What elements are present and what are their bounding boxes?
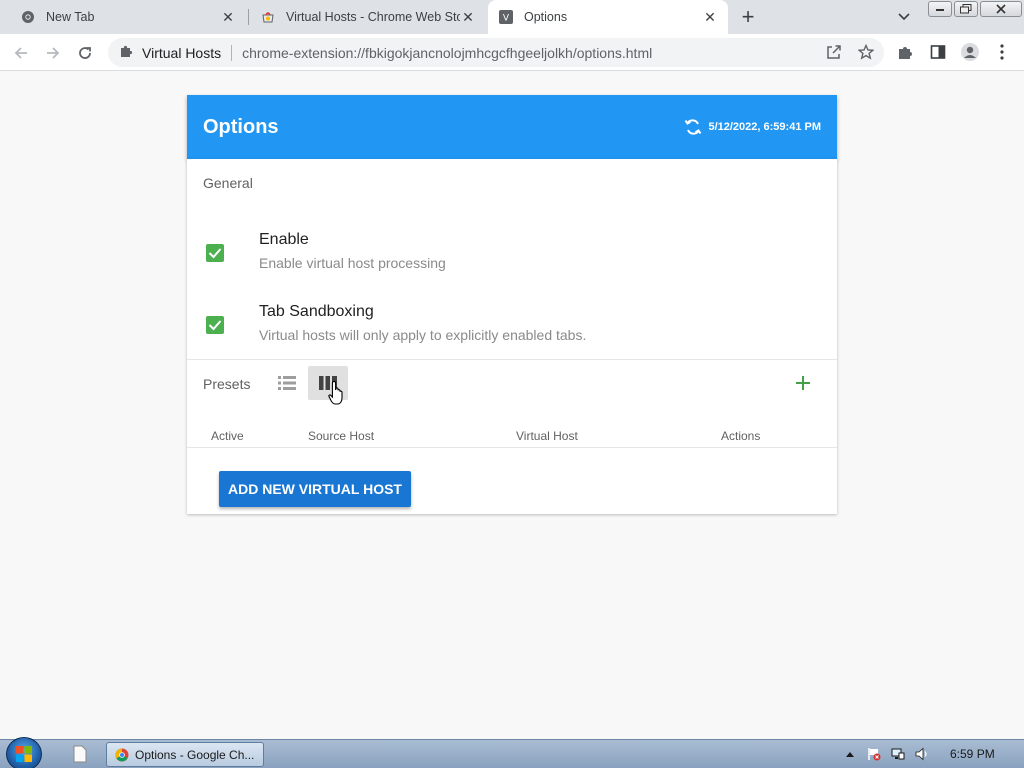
close-tab-icon[interactable]: ✕	[702, 9, 718, 25]
omnibox-divider	[231, 44, 233, 61]
address-bar[interactable]: Virtual Hosts chrome-extension://fbkigok…	[108, 38, 884, 67]
close-tab-icon[interactable]: ✕	[220, 9, 236, 25]
tab-title: New Tab	[46, 10, 95, 24]
url-text: chrome-extension://fbkigokjancnolojmhcgc…	[242, 44, 653, 61]
chrome-icon	[20, 9, 36, 25]
tab-options[interactable]: V Options ✕	[488, 0, 728, 34]
column-header-virtual-host: Virtual Host	[516, 429, 578, 443]
presets-section-label: Presets	[203, 376, 251, 392]
sync-status[interactable]: 5/12/2022, 6:59:41 PM	[684, 118, 821, 136]
show-hidden-icons-icon[interactable]	[842, 746, 858, 762]
action-center-flag-icon[interactable]	[866, 746, 882, 762]
web-store-icon	[260, 9, 276, 25]
tab-title: Virtual Hosts - Chrome Web Stor	[286, 10, 460, 24]
option-enable[interactable]: Enable Enable virtual host processing	[187, 231, 837, 279]
general-section-label: General	[203, 175, 253, 191]
tab-sandboxing-checkbox[interactable]	[206, 316, 224, 334]
page-content: Options 5/12/2022, 6:59:41 PM General En…	[0, 71, 1024, 739]
sync-icon	[685, 119, 702, 135]
options-card: General Enable Enable virtual host proce…	[187, 159, 837, 514]
option-title: Enable	[259, 231, 309, 248]
tab-strip: New Tab ✕ Virtual Hosts - Chrome Web Sto…	[0, 0, 1024, 34]
restore-icon[interactable]	[954, 1, 978, 17]
new-tab-icon[interactable]: +	[736, 4, 760, 29]
hand-cursor-icon	[328, 380, 343, 405]
sync-time: 5/12/2022, 6:59:41 PM	[708, 121, 821, 133]
volume-icon[interactable]	[914, 746, 930, 762]
tab-title: Options	[524, 10, 568, 24]
option-subtitle: Enable virtual host processing	[259, 255, 446, 271]
windows-logo-icon	[16, 746, 32, 762]
enable-checkbox[interactable]	[206, 244, 224, 262]
browser-toolbar: Virtual Hosts chrome-extension://fbkigok…	[0, 34, 1024, 71]
close-tab-icon[interactable]: ✕	[460, 9, 476, 25]
column-header-active: Active	[211, 429, 244, 443]
tab-web-store[interactable]: Virtual Hosts - Chrome Web Stor ✕	[250, 0, 486, 34]
column-header-actions: Actions	[721, 429, 761, 443]
chevron-down-icon[interactable]	[894, 7, 914, 27]
windows-taskbar: Options - Google Ch... 6:59 PM	[0, 737, 1024, 768]
column-header-source-host: Source Host	[308, 429, 375, 443]
puzzle-icon	[120, 44, 134, 61]
show-desktop-icon[interactable]	[72, 745, 90, 763]
list-view-icon[interactable]	[267, 366, 307, 400]
system-clock[interactable]: 6:59 PM	[950, 747, 995, 761]
side-panel-icon[interactable]	[926, 40, 950, 64]
profile-icon[interactable]	[958, 40, 982, 64]
svg-text:V: V	[503, 14, 510, 24]
section-divider	[187, 359, 837, 360]
extension-v-icon: V	[498, 9, 514, 25]
add-new-virtual-host-button[interactable]: ADD NEW VIRTUAL HOST	[219, 471, 411, 507]
tab-separator	[248, 9, 249, 25]
taskbar-window-title: Options - Google Ch...	[135, 747, 255, 762]
minimize-icon[interactable]	[928, 1, 952, 17]
option-tab-sandboxing[interactable]: Tab Sandboxing Virtual hosts will only a…	[187, 303, 837, 351]
share-icon[interactable]	[822, 40, 846, 64]
table-divider	[187, 447, 837, 448]
extensions-icon[interactable]	[894, 40, 918, 64]
star-icon[interactable]	[854, 40, 878, 64]
back-icon[interactable]	[8, 40, 34, 66]
page-title: Options	[203, 115, 279, 138]
menu-icon[interactable]	[990, 40, 1014, 64]
option-subtitle: Virtual hosts will only apply to explici…	[259, 327, 587, 343]
app-header: Options 5/12/2022, 6:59:41 PM	[187, 95, 837, 159]
tab-new-tab[interactable]: New Tab ✕	[10, 0, 246, 34]
start-button[interactable]	[6, 737, 42, 768]
close-window-icon[interactable]	[980, 1, 1022, 17]
window-controls	[926, 0, 1022, 18]
add-preset-icon[interactable]	[791, 371, 815, 395]
taskbar-chrome-window[interactable]: Options - Google Ch...	[106, 742, 264, 767]
option-title: Tab Sandboxing	[259, 303, 374, 320]
network-icon[interactable]	[890, 746, 906, 762]
forward-icon[interactable]	[40, 40, 66, 66]
chrome-icon	[115, 748, 129, 761]
site-name: Virtual Hosts	[142, 44, 222, 61]
reload-icon[interactable]	[72, 40, 98, 66]
check-icon	[208, 248, 222, 259]
check-icon	[208, 320, 222, 331]
